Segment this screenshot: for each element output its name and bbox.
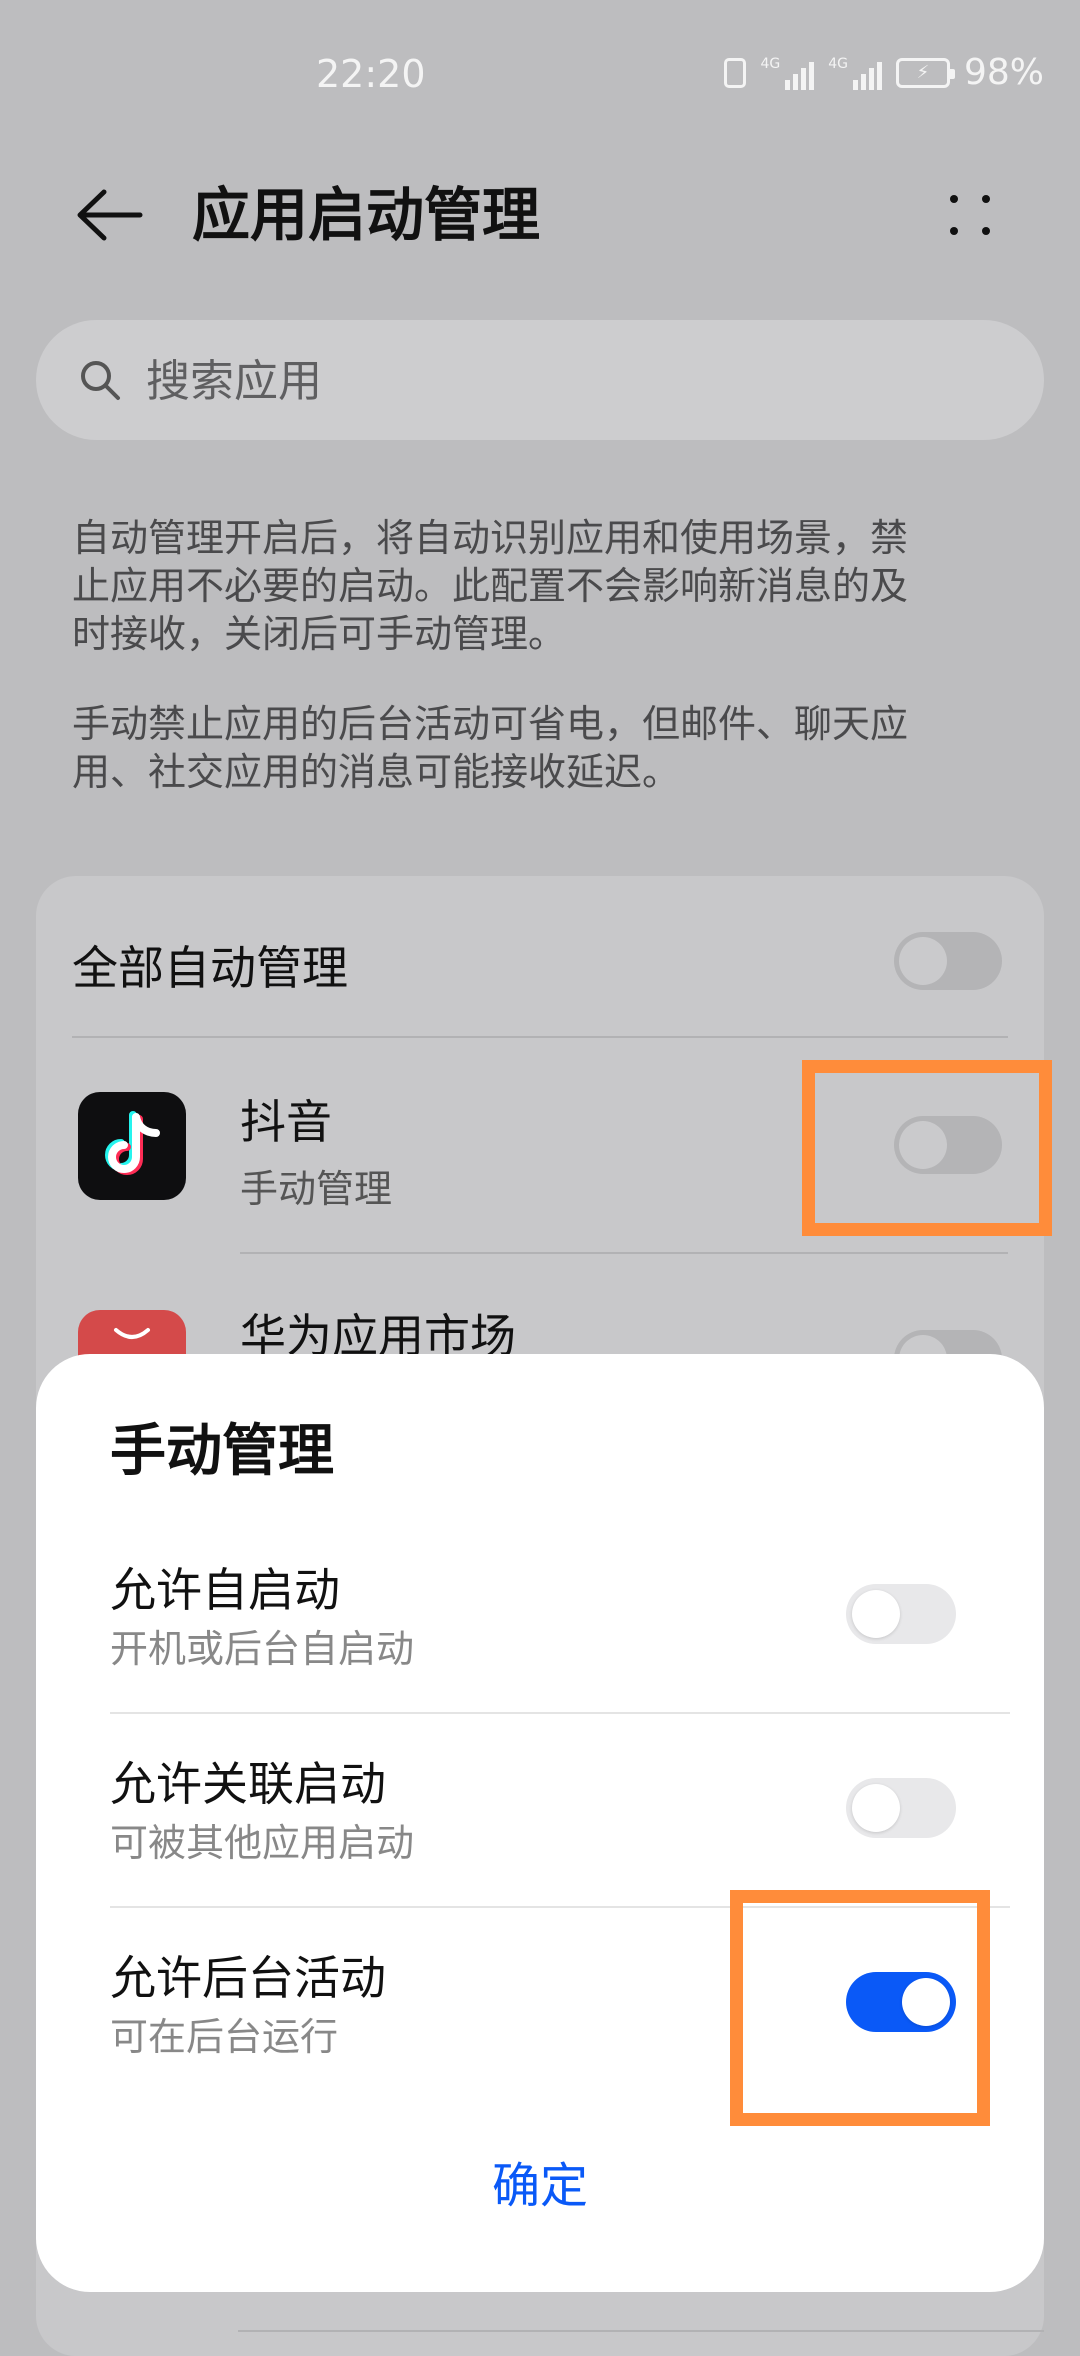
vibrate-icon bbox=[724, 57, 747, 88]
page-title: 应用启动管理 bbox=[192, 181, 541, 249]
divider bbox=[110, 1712, 1010, 1714]
status-bar: 22:20 4G 4G ⚡ 98% bbox=[0, 0, 1080, 150]
confirm-button[interactable]: 确定 bbox=[440, 2146, 640, 2226]
description-paragraph-2: 手动禁止应用的后台活动可省电，但邮件、聊天应 用、社交应用的消息可能接收延迟。 bbox=[72, 700, 1022, 796]
divider bbox=[72, 1036, 1008, 1038]
option-title: 允许关联启动 bbox=[110, 1757, 386, 1811]
status-time: 22:20 bbox=[316, 52, 426, 96]
more-dot-icon bbox=[982, 195, 990, 203]
dialog-title: 手动管理 bbox=[110, 1419, 334, 1484]
manual-manage-dialog: 手动管理 允许自启动 开机或后台自启动 允许关联启动 可被其他应用启动 允许后台… bbox=[36, 1354, 1044, 2292]
option-subtitle: 开机或后台自启动 bbox=[110, 1627, 415, 1671]
search-input[interactable] bbox=[144, 344, 1008, 418]
toggle-knob bbox=[852, 1784, 900, 1832]
associated-start-toggle[interactable] bbox=[846, 1778, 956, 1838]
toggle-knob bbox=[852, 1590, 900, 1638]
more-dot-icon bbox=[950, 227, 958, 235]
battery-icon: ⚡ bbox=[895, 57, 955, 88]
auto-start-toggle[interactable] bbox=[846, 1584, 956, 1644]
option-title: 允许后台活动 bbox=[110, 1951, 386, 2005]
app-header: 应用启动管理 bbox=[0, 160, 1080, 270]
description-line: 止应用不必要的启动。此配置不会影响新消息的及 bbox=[72, 564, 909, 608]
divider bbox=[240, 1252, 1008, 1254]
description-line: 手动禁止应用的后台活动可省电，但邮件、聊天应 bbox=[72, 702, 909, 746]
search-bar[interactable] bbox=[36, 320, 1044, 440]
toggle-knob bbox=[899, 937, 947, 985]
highlight-box bbox=[730, 1890, 990, 2126]
signal-icon: 4G bbox=[760, 55, 815, 90]
divider bbox=[238, 2330, 1044, 2332]
highlight-box bbox=[802, 1060, 1052, 1236]
more-dot-icon bbox=[982, 227, 990, 235]
all-auto-manage-label: 全部自动管理 bbox=[72, 941, 348, 995]
option-subtitle: 可在后台运行 bbox=[110, 2015, 339, 2059]
search-icon bbox=[81, 361, 120, 400]
signal-icon-2: 4G bbox=[828, 56, 882, 90]
option-subtitle: 可被其他应用启动 bbox=[110, 1821, 415, 1865]
all-auto-manage-toggle[interactable] bbox=[894, 932, 1002, 990]
description-line: 自动管理开启后，将自动识别应用和使用场景，禁 bbox=[72, 516, 909, 560]
app-name: 抖音 bbox=[240, 1095, 332, 1149]
back-arrow-icon bbox=[77, 189, 143, 241]
description-line: 用、社交应用的消息可能接收延迟。 bbox=[72, 750, 681, 794]
status-icons: 4G 4G ⚡ 98% bbox=[724, 52, 1044, 93]
battery-level: 98% bbox=[963, 52, 1044, 93]
option-title: 允许自启动 bbox=[110, 1563, 340, 1617]
network-type-label: 4G bbox=[760, 55, 781, 72]
description-paragraph-1: 自动管理开启后，将自动识别应用和使用场景，禁 止应用不必要的启动。此配置不会影响… bbox=[72, 514, 1022, 658]
more-options-button[interactable] bbox=[940, 185, 1000, 245]
more-dot-icon bbox=[950, 195, 958, 203]
back-button[interactable] bbox=[70, 180, 150, 250]
network-type-label-2: 4G bbox=[828, 55, 848, 72]
tiktok-icon bbox=[78, 1092, 186, 1200]
app-status: 手动管理 bbox=[240, 1167, 393, 1211]
description-line: 时接收，关闭后可手动管理。 bbox=[72, 612, 567, 656]
